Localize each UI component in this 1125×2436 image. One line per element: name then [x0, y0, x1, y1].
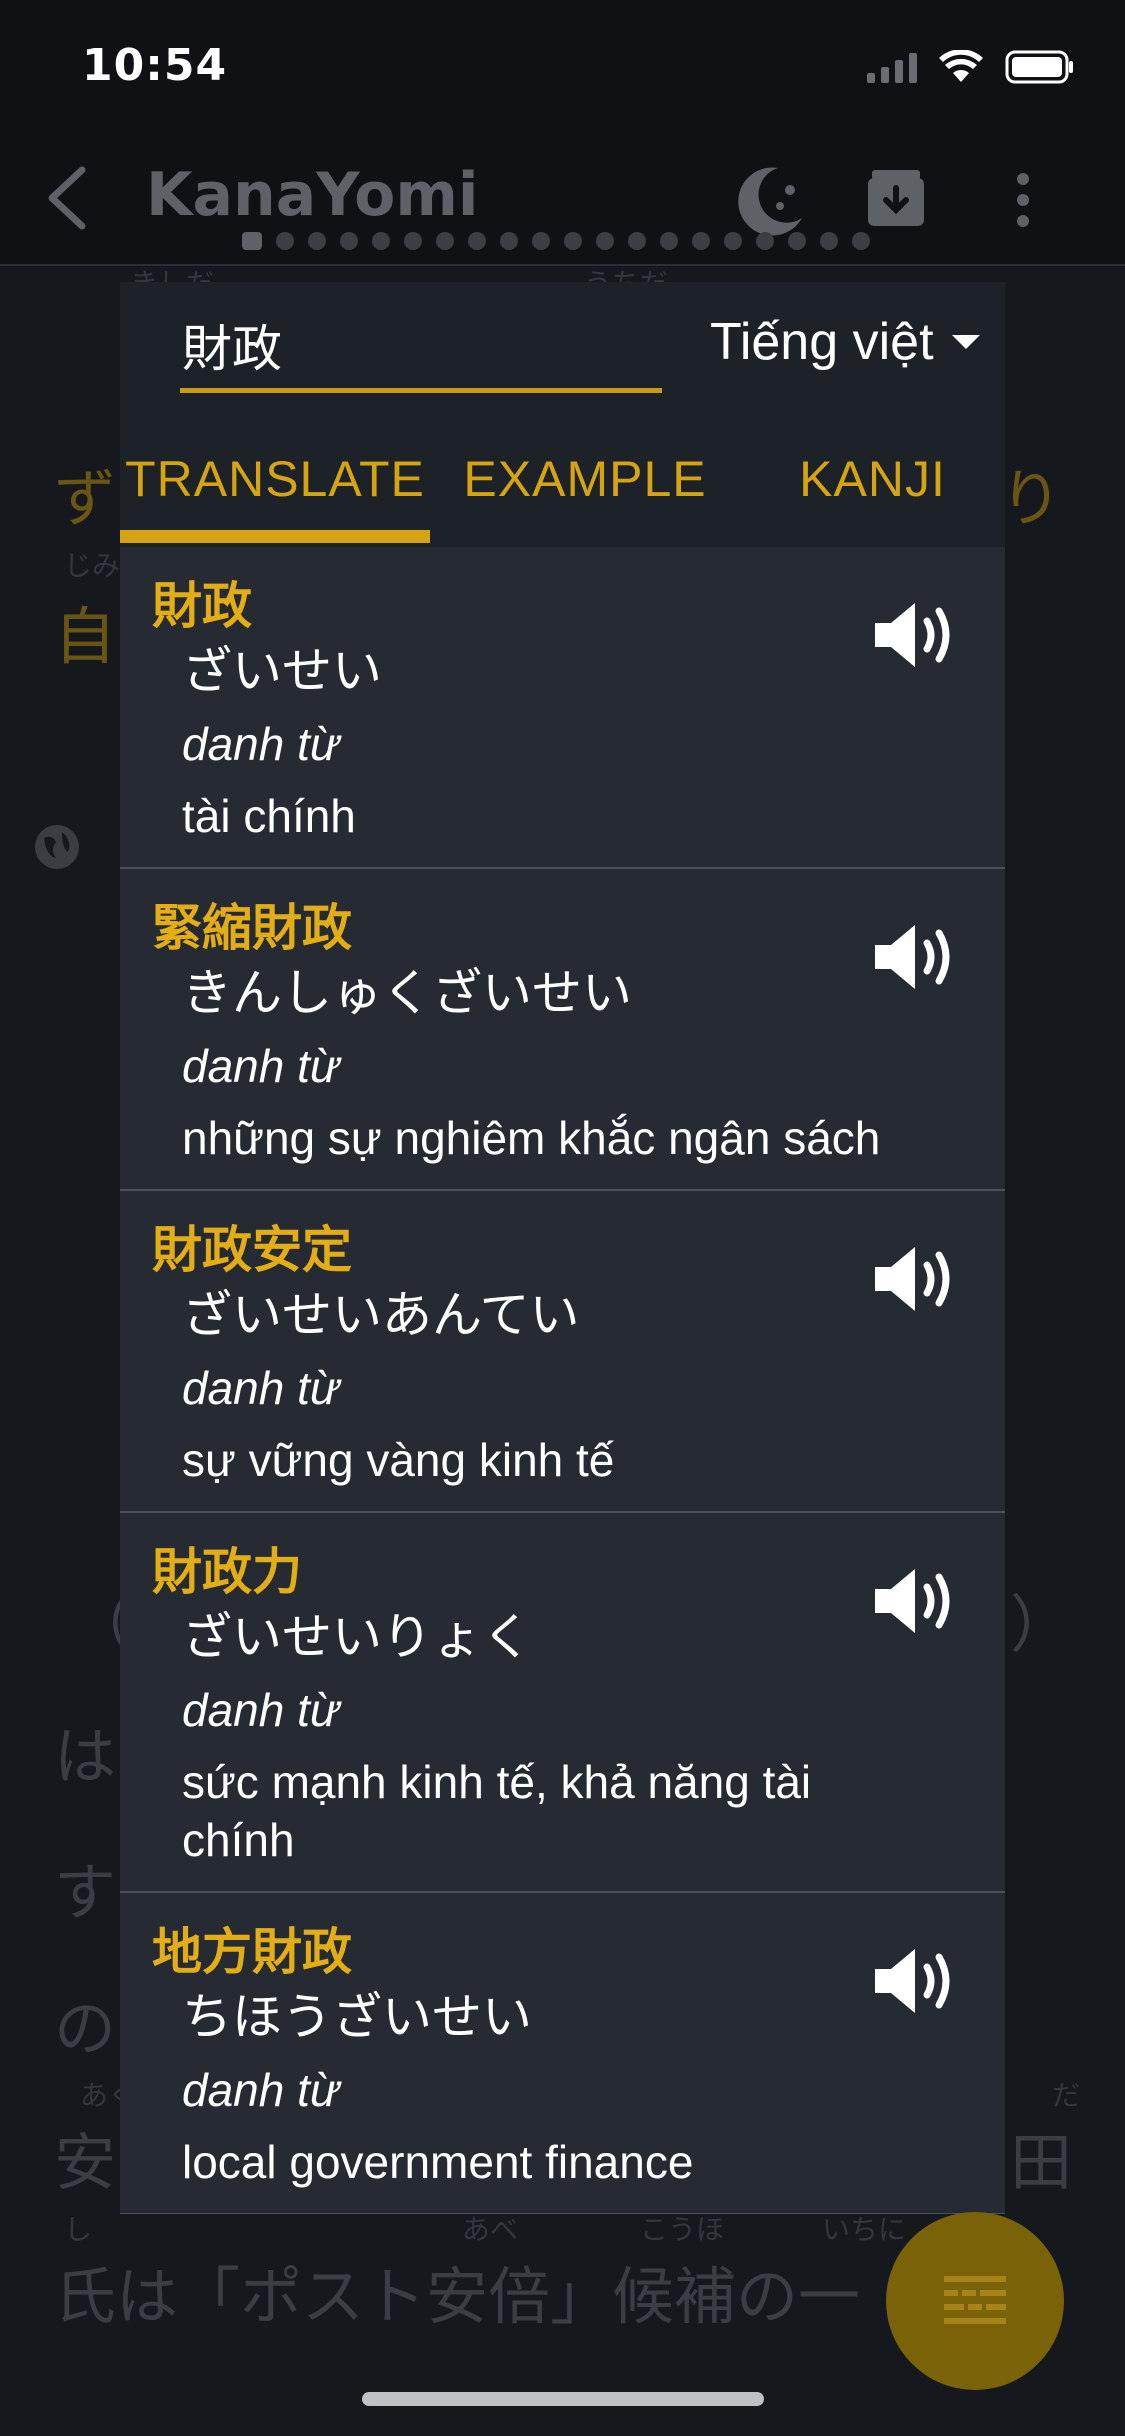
furigana: し: [64, 2213, 93, 2246]
tab-example[interactable]: EXAMPLE: [430, 440, 740, 547]
battery-icon: [1005, 50, 1073, 84]
article-text: す: [54, 1856, 117, 1929]
dictionary-popup: Tiếng việt TRANSLATE EXAMPLE KANJI 財政 ざい…: [120, 282, 1005, 2214]
furigana: あべ: [462, 2213, 519, 2246]
entry-part-of-speech: danh từ: [182, 1040, 340, 1092]
night-mode-icon[interactable]: [730, 160, 810, 240]
entry-meaning: sức mạnh kinh tế, khả năng tài chính: [182, 1756, 812, 1866]
furigana: じみ: [64, 549, 121, 582]
status-time: 10:54: [82, 40, 228, 91]
speaker-icon[interactable]: [871, 1243, 963, 1315]
entry-part-of-speech: danh từ: [182, 1684, 340, 1736]
article-text: は: [54, 1720, 117, 1793]
article-text: り: [1000, 462, 1063, 535]
cellular-signal-icon: [867, 51, 917, 83]
article-text: ）: [1010, 1588, 1073, 1661]
language-label: Tiếng việt: [710, 313, 934, 371]
speaker-icon[interactable]: [871, 1565, 963, 1637]
back-arrow-icon[interactable]: [40, 164, 100, 232]
entry-meaning: local government finance: [182, 2136, 694, 2188]
speaker-icon[interactable]: [871, 1945, 963, 2017]
speaker-icon[interactable]: [871, 599, 963, 671]
list-item[interactable]: 財政 ざいせい danh từ tài chính: [120, 547, 1005, 869]
page-indicator: [242, 232, 870, 250]
entry-meaning: tài chính: [182, 790, 356, 842]
furigana: だ: [1052, 2079, 1081, 2112]
list-item[interactable]: 財政力 ざいせいりょく danh từ sức mạnh kinh tế, kh…: [120, 1513, 1005, 1893]
active-tab-indicator: [120, 530, 430, 543]
list-item[interactable]: 地方財政 ちほうざいせい danh từ local government fi…: [120, 1893, 1005, 2214]
entry-meaning: những sự nghiêm khắc ngân sách: [182, 1112, 881, 1164]
article-text: 自: [54, 600, 117, 673]
article-text: 安: [54, 2126, 117, 2199]
entry-meaning: sự vững vàng kinh tế: [182, 1434, 615, 1486]
dictionary-header: Tiếng việt TRANSLATE EXAMPLE KANJI: [120, 282, 1005, 547]
language-select[interactable]: Tiếng việt: [710, 312, 980, 372]
home-indicator[interactable]: [362, 2392, 764, 2406]
entry-part-of-speech: danh từ: [182, 718, 340, 770]
floating-action-button[interactable]: [886, 2212, 1064, 2390]
more-options-icon[interactable]: [1000, 172, 1046, 228]
furigana: こうほ: [640, 2213, 725, 2246]
app-screen: 10:54 KanaYomi 「 ず り じみ 自 （ （ ） は す の あく…: [0, 0, 1125, 2436]
chevron-down-icon: [951, 335, 980, 349]
article-text: 田: [1010, 2126, 1073, 2199]
furigana: いちに: [822, 2213, 907, 2246]
status-icons: [867, 50, 1075, 84]
tab-kanji[interactable]: KANJI: [740, 440, 1005, 547]
status-bar: 10:54: [0, 0, 1125, 132]
app-bar: KanaYomi: [0, 132, 1125, 266]
speaker-icon[interactable]: [871, 921, 963, 993]
article-text: の: [54, 1992, 117, 2065]
article-text: 氏は「ポスト安倍」候補の一: [54, 2260, 861, 2333]
globe-icon: [35, 825, 79, 869]
wifi-icon: [939, 50, 983, 82]
list-item[interactable]: 緊縮財政 きんしゅくざいせい danh từ những sự nghiêm k…: [120, 869, 1005, 1191]
search-input[interactable]: [180, 310, 662, 393]
list-item[interactable]: 財政安定 ざいせいあんてい danh từ sự vững vàng kinh …: [120, 1191, 1005, 1513]
entry-part-of-speech: danh từ: [182, 2064, 340, 2116]
entry-list: 財政 ざいせい danh từ tài chính 緊縮財政 きんしゅくざいせい…: [120, 547, 1005, 2214]
app-title: KanaYomi: [146, 160, 479, 230]
download-icon[interactable]: [866, 168, 926, 228]
article-text: ず: [54, 462, 117, 535]
entry-part-of-speech: danh từ: [182, 1362, 340, 1414]
keyboard-icon: [944, 2276, 1006, 2324]
